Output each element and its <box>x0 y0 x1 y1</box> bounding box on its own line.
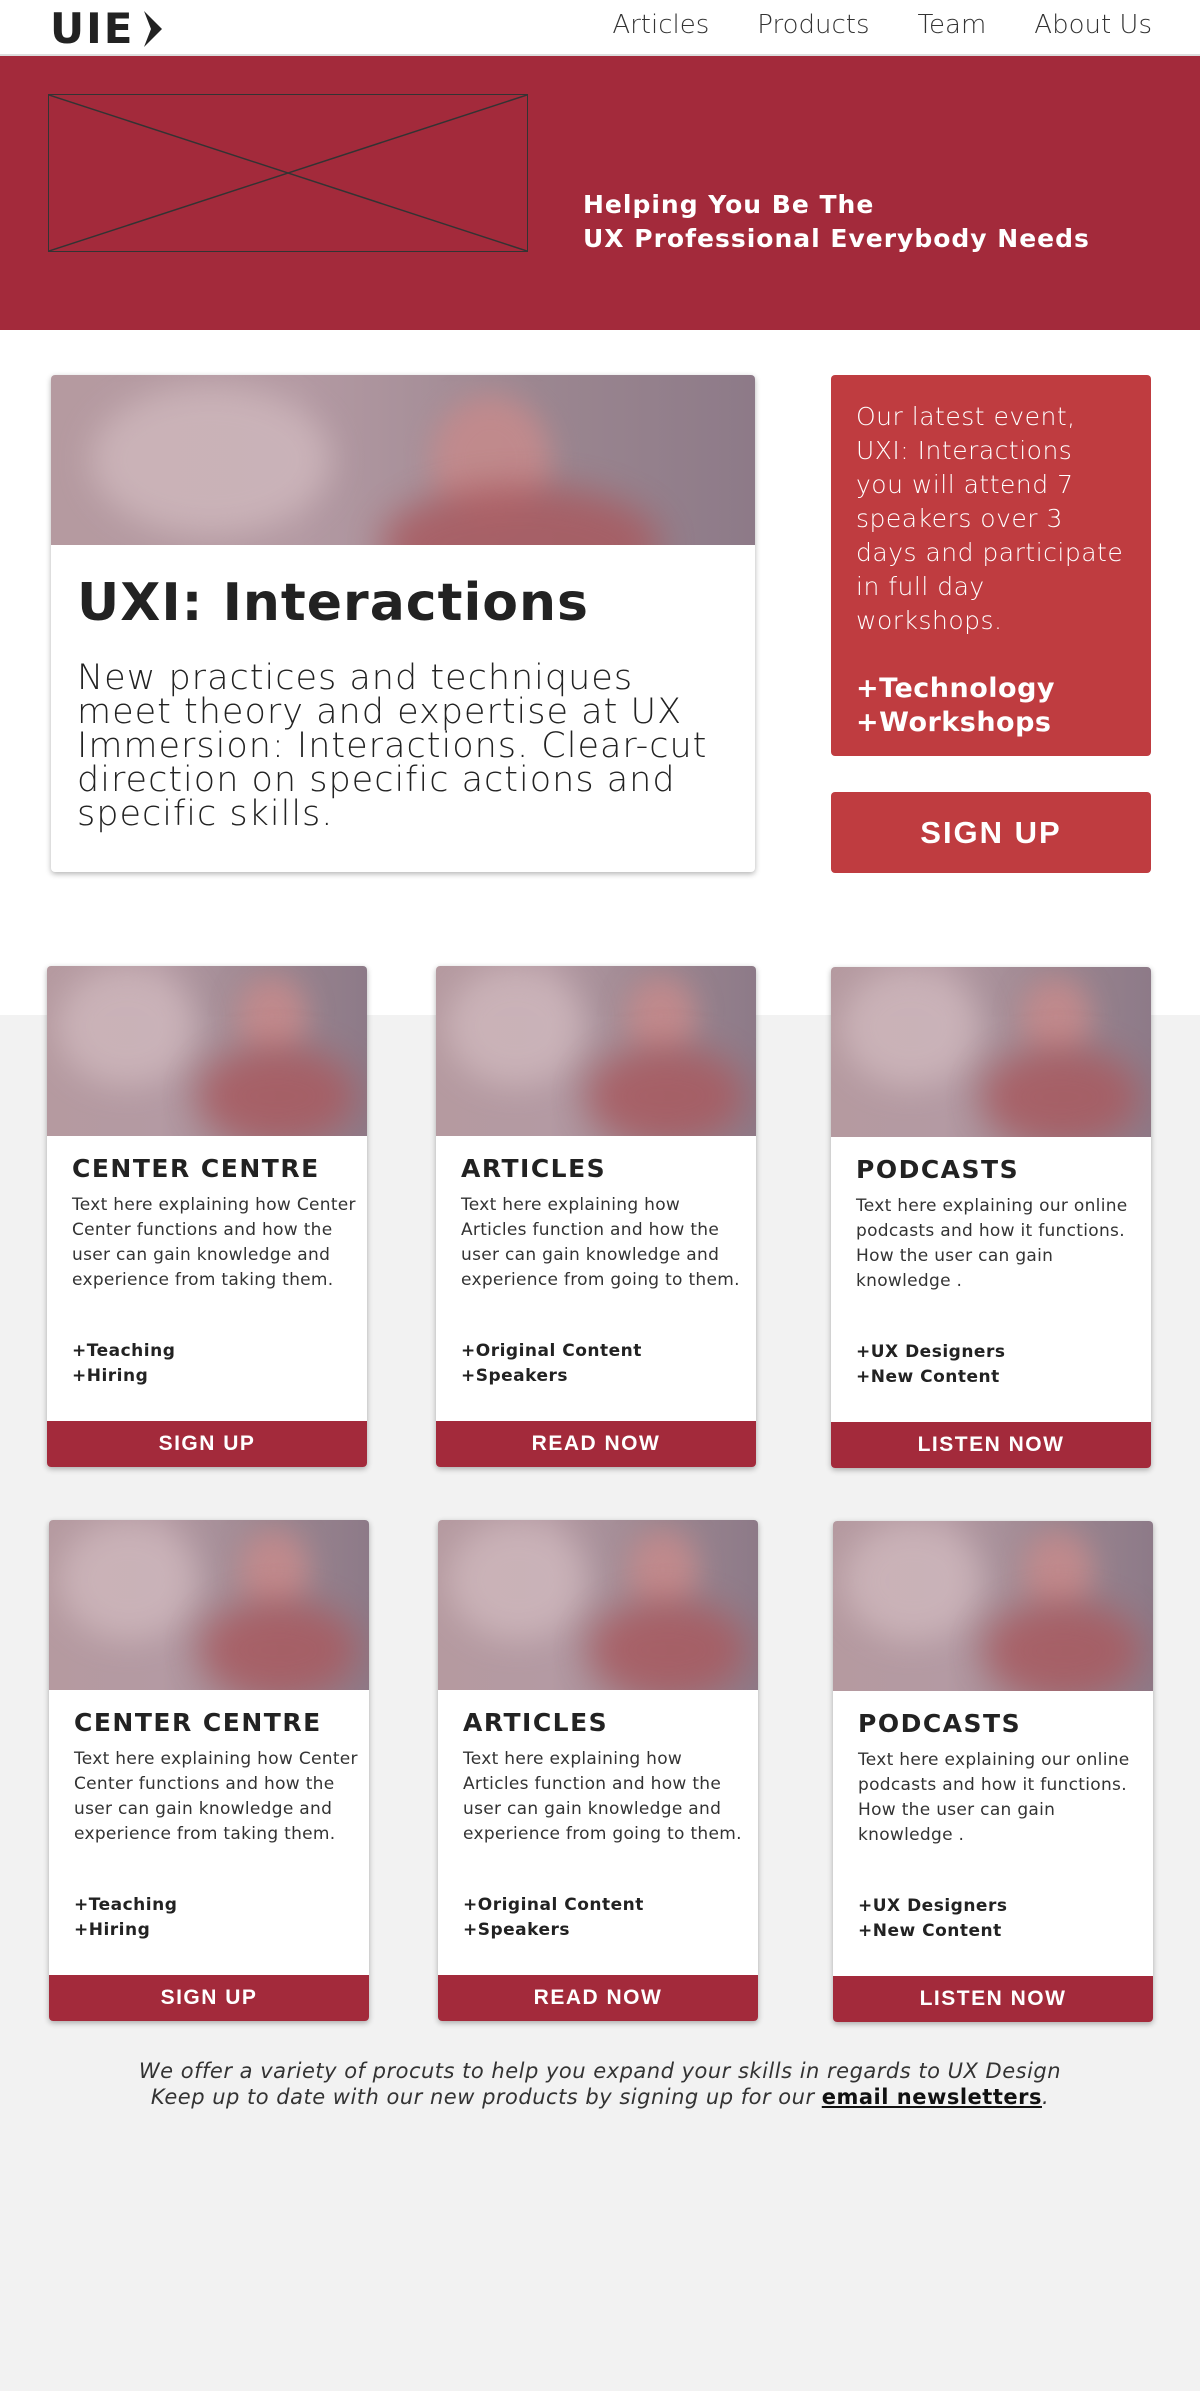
main-nav: Articles Products Team About Us <box>612 10 1152 40</box>
card-tag: +Original Content <box>463 1895 644 1915</box>
image-placeholder <box>48 94 528 252</box>
featured-event-card[interactable]: UXI: Interactions New practices and tech… <box>51 375 755 872</box>
card-description: Text here explaining how Articles functi… <box>463 1749 742 1844</box>
card-tags: +UX Designers +New Content <box>856 1340 1005 1390</box>
sign-up-button[interactable]: SIGN UP <box>47 1421 367 1467</box>
sign-up-button[interactable]: SIGN UP <box>49 1975 369 2021</box>
placeholder-cross-icon <box>49 95 527 251</box>
card-title: CENTER CENTRE <box>74 1708 322 1737</box>
hero-tagline: Helping You Be The UX Professional Every… <box>583 188 1090 256</box>
card-tag: +New Content <box>856 1367 1000 1387</box>
product-card-articles[interactable]: ARTICLES Text here explaining how Articl… <box>438 1520 758 2021</box>
card-description: Text here explaining how Center Center f… <box>72 1195 356 1290</box>
footer-line2-suffix: . <box>1041 2085 1050 2109</box>
card-title: CENTER CENTRE <box>72 1154 320 1183</box>
footer-line2-prefix: Keep up to date with our new products by… <box>150 2085 815 2109</box>
event-description: Our latest event, UXI: Interactions you … <box>856 402 1124 635</box>
event-info-box: Our latest event, UXI: Interactions you … <box>831 375 1151 756</box>
card-tag: +Hiring <box>72 1366 149 1386</box>
nav-articles[interactable]: Articles <box>612 10 709 40</box>
product-card-podcasts[interactable]: PODCASTS Text here explaining our online… <box>831 967 1151 1468</box>
card-description: Text here explaining how Center Center f… <box>74 1749 358 1844</box>
product-card-articles[interactable]: ARTICLES Text here explaining how Articl… <box>436 966 756 1467</box>
card-tags: +UX Designers +New Content <box>858 1894 1007 1944</box>
listen-now-button[interactable]: LISTEN NOW <box>833 1976 1153 2022</box>
card-photo <box>438 1520 758 1690</box>
hero-tagline-line2: UX Professional Everybody Needs <box>583 224 1090 253</box>
nav-products[interactable]: Products <box>757 10 869 40</box>
featured-event-description: New practices and techniques meet theory… <box>77 658 708 834</box>
card-tags: +Original Content +Speakers <box>461 1339 642 1389</box>
read-now-button[interactable]: READ NOW <box>438 1975 758 2021</box>
card-photo <box>833 1521 1153 1691</box>
card-photo <box>436 966 756 1136</box>
card-tag: +Teaching <box>74 1895 178 1915</box>
footer-line2: Keep up to date with our new products by… <box>0 2084 1200 2110</box>
card-tag: +Teaching <box>72 1341 176 1361</box>
featured-event-title: UXI: Interactions <box>77 573 589 633</box>
hero-tagline-line1: Helping You Be The <box>583 190 875 219</box>
card-title: PODCASTS <box>858 1709 1022 1738</box>
product-card-podcasts[interactable]: PODCASTS Text here explaining our online… <box>833 1521 1153 2022</box>
top-navigation-bar: UIE Articles Products Team About Us <box>0 0 1200 56</box>
footer-message: We offer a variety of procuts to help yo… <box>0 2058 1200 2110</box>
card-description: Text here explaining our online podcasts… <box>858 1750 1130 1845</box>
card-title: ARTICLES <box>463 1708 609 1737</box>
event-tag-technology: +Technology <box>856 673 1055 704</box>
card-description: Text here explaining how Articles functi… <box>461 1195 740 1290</box>
card-tags: +Teaching +Hiring <box>72 1339 175 1389</box>
logo[interactable]: UIE <box>50 4 164 53</box>
card-photo <box>49 1520 369 1690</box>
nav-about-us[interactable]: About Us <box>1034 10 1152 40</box>
logo-text: UIE <box>50 4 135 53</box>
read-now-button[interactable]: READ NOW <box>436 1421 756 1467</box>
card-title: ARTICLES <box>461 1154 607 1183</box>
card-photo <box>831 967 1151 1137</box>
event-sign-up-button[interactable]: SIGN UP <box>831 792 1151 873</box>
card-tags: +Original Content +Speakers <box>463 1893 644 1943</box>
card-tag: +UX Designers <box>856 1342 1006 1362</box>
nav-team[interactable]: Team <box>918 10 987 40</box>
footer-line1: We offer a variety of procuts to help yo… <box>138 2059 1062 2083</box>
card-tag: +Original Content <box>461 1341 642 1361</box>
event-tag-workshops: +Workshops <box>856 707 1052 738</box>
card-description: Text here explaining our online podcasts… <box>856 1196 1128 1291</box>
card-tag: +Speakers <box>461 1366 569 1386</box>
card-tags: +Teaching +Hiring <box>74 1893 177 1943</box>
card-tag: +Hiring <box>74 1920 151 1940</box>
product-card-center-centre[interactable]: CENTER CENTRE Text here explaining how C… <box>47 966 367 1467</box>
card-tag: +UX Designers <box>858 1896 1008 1916</box>
product-card-center-centre[interactable]: CENTER CENTRE Text here explaining how C… <box>49 1520 369 2021</box>
listen-now-button[interactable]: LISTEN NOW <box>831 1422 1151 1468</box>
card-tag: +New Content <box>858 1921 1002 1941</box>
hero-banner: Helping You Be The UX Professional Every… <box>0 56 1200 330</box>
chevron-right-icon <box>144 10 163 47</box>
card-photo <box>47 966 367 1136</box>
card-tag: +Speakers <box>463 1920 571 1940</box>
event-tags: +Technology +Workshops <box>856 672 1126 740</box>
email-newsletters-link[interactable]: email newsletters <box>822 2085 1042 2109</box>
featured-event-photo <box>51 375 755 545</box>
card-title: PODCASTS <box>856 1155 1020 1184</box>
